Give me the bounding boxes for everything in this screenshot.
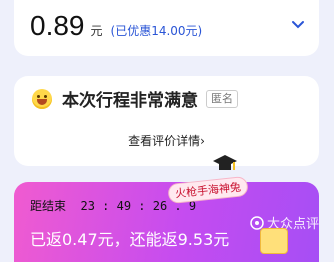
price-unit: 元 [90,24,103,38]
price-card: 0.89 元 (已优惠14.00元) [14,0,319,56]
details-label: 查看评价详情 [128,134,201,148]
price-amount: 0.89 [30,10,85,41]
graduation-cap-icon [213,155,237,170]
rating-card: 本次行程非常满意 匿名 查看评价详情› [14,76,319,166]
red-packet-icon [260,228,288,254]
anonymous-tag: 匿名 [206,89,238,108]
rebate-text: 已返0.47元，还能返9.53元 [30,230,230,249]
chevron-down-icon[interactable] [291,18,305,32]
discount-text: (已优惠14.00元) [110,24,203,38]
rating-row: 本次行程非常满意 匿名 [32,86,238,111]
smile-emoji-icon [32,88,52,109]
rating-title: 本次行程非常满意 [62,91,198,111]
chevron-right-icon: › [200,134,205,148]
view-review-details-link[interactable]: 查看评价详情› [14,132,319,149]
countdown-label: 距结束 [30,199,67,213]
price-row: 0.89 元 (已优惠14.00元) [30,10,202,42]
